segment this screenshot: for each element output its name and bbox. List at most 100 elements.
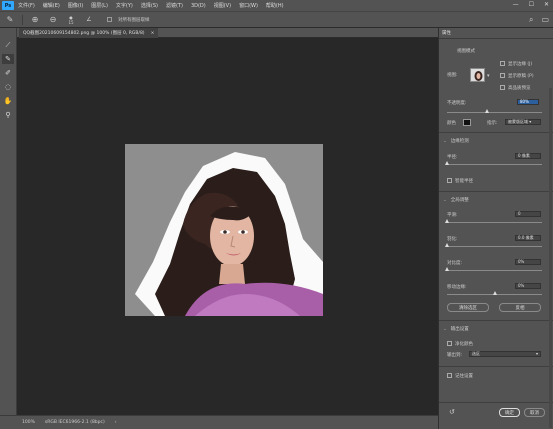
brush-tool-icon[interactable]: ✐: [2, 68, 14, 78]
indicate-value: 被蒙版区域: [508, 119, 528, 124]
menu-select[interactable]: 选择(S): [141, 2, 158, 9]
smooth-slider-track[interactable]: [447, 222, 542, 223]
menu-3d[interactable]: 3D(D): [191, 3, 206, 9]
smart-radius-checkbox[interactable]: [447, 178, 452, 183]
opacity-label: 不透明度:: [447, 101, 467, 106]
show-original-checkbox[interactable]: [500, 73, 505, 78]
options-bar: ✎ ⊕ ⊖ ● 15 ∠ 对所有图层取样 ⌕ ▭: [0, 11, 553, 28]
divider: [439, 191, 553, 192]
show-edges-checkbox[interactable]: [500, 61, 505, 66]
radius-input[interactable]: 0 像素: [515, 153, 541, 159]
view-dropdown-icon[interactable]: ▾: [487, 73, 490, 79]
menu-file[interactable]: 文件(F): [18, 2, 35, 9]
feather-slider-track[interactable]: [447, 246, 542, 247]
mask-color-swatch[interactable]: [463, 119, 471, 126]
output-settings-header[interactable]: 输出设置: [443, 326, 469, 332]
tools-panel: ⟋ ✎ ✐ ◌ ✋ ⚲: [0, 28, 17, 419]
reset-icon[interactable]: ↺: [449, 408, 455, 416]
minimize-icon[interactable]: —: [513, 1, 519, 8]
quick-selection-tool-icon[interactable]: ⟋: [2, 40, 14, 50]
chevron-down-icon: ▾: [535, 351, 538, 356]
menu-view[interactable]: 视图(V): [214, 2, 231, 9]
zoom-level[interactable]: 100%: [22, 420, 35, 425]
workspace-icon[interactable]: ▭: [541, 15, 549, 25]
document-image: [125, 144, 323, 316]
brush-size-value: 15: [68, 19, 74, 25]
menu-bar: Ps 文件(F) 编辑(E) 图像(I) 图层(L) 文字(Y) 选择(S) 滤…: [0, 0, 553, 11]
status-bar: 100% sRGB IEC61966-2.1 (8bpc) ›: [0, 415, 438, 429]
view-thumbnail-image: [471, 69, 484, 81]
color-label: 颜色: [447, 121, 456, 126]
opacity-slider-knob[interactable]: [485, 109, 489, 113]
search-icon[interactable]: ⌕: [529, 15, 533, 25]
refine-brush-icon[interactable]: ✎: [4, 15, 16, 25]
view-label: 视图:: [447, 73, 458, 78]
feather-label: 羽化:: [447, 237, 458, 242]
feather-input[interactable]: 0.0 像素: [515, 235, 541, 241]
zoom-tool-icon[interactable]: ⚲: [2, 110, 14, 120]
shift-edge-slider-knob[interactable]: [493, 291, 497, 295]
remember-settings-checkbox[interactable]: [447, 373, 452, 378]
menu-edit[interactable]: 编辑(E): [43, 2, 60, 9]
invert-button[interactable]: 反相: [499, 303, 541, 312]
properties-panel: 属性 视图模式 视图: ▾ 显示边缘 (J) 显示原稿 (P) 高品质预览 不透…: [438, 28, 553, 429]
divider: [439, 132, 553, 133]
brush-angle-icon[interactable]: ∠: [83, 15, 95, 25]
indicate-select[interactable]: 被蒙版区域 ▾: [505, 119, 541, 125]
document-tab[interactable]: QQ截图20210609154802.png @ 100% (图层 0, RGB…: [19, 28, 159, 38]
decontaminate-label: 净化颜色: [455, 342, 473, 347]
hand-tool-icon[interactable]: ✋: [2, 96, 14, 106]
sample-all-layers-checkbox[interactable]: [107, 17, 112, 22]
indicate-label: 指示:: [487, 121, 498, 126]
radius-slider-knob[interactable]: [445, 161, 449, 165]
contrast-slider-knob[interactable]: [445, 267, 449, 271]
subtract-from-selection-icon[interactable]: ⊖: [47, 15, 59, 25]
document-tab-bar: QQ截图20210609154802.png @ 100% (图层 0, RGB…: [17, 28, 438, 38]
contrast-input[interactable]: 0%: [515, 259, 541, 265]
view-mode-thumbnail[interactable]: [470, 68, 485, 82]
menu-image[interactable]: 图像(I): [68, 2, 83, 9]
maximize-icon[interactable]: ☐: [529, 1, 534, 8]
menu-window[interactable]: 窗口(W): [239, 2, 258, 9]
output-to-select[interactable]: 选区 ▾: [469, 351, 541, 357]
status-arrow-icon[interactable]: ›: [115, 420, 117, 425]
brush-preset-picker[interactable]: ● 15: [65, 15, 77, 25]
canvas-area[interactable]: [17, 38, 438, 415]
document-info: sRGB IEC61966-2.1 (8bpc): [44, 420, 105, 425]
menu-type[interactable]: 文字(Y): [116, 2, 133, 9]
menu-filter[interactable]: 滤镜(T): [166, 2, 183, 9]
feather-slider-knob[interactable]: [445, 243, 449, 247]
ok-button[interactable]: 确定: [499, 408, 520, 417]
smooth-input[interactable]: 0: [515, 211, 541, 217]
contrast-slider-track[interactable]: [447, 270, 542, 271]
global-refinements-header[interactable]: 全局调整: [443, 197, 469, 203]
cancel-button[interactable]: 取消: [524, 408, 545, 417]
add-to-selection-icon[interactable]: ⊕: [29, 15, 41, 25]
divider: [439, 402, 553, 403]
tab-close-icon[interactable]: ×: [151, 31, 155, 36]
decontaminate-checkbox[interactable]: [447, 341, 452, 346]
radius-slider-track[interactable]: [447, 164, 542, 165]
close-icon[interactable]: ✕: [544, 1, 549, 8]
refine-edge-brush-icon[interactable]: ✎: [2, 54, 14, 64]
opacity-input[interactable]: 80%: [517, 99, 539, 105]
tab-properties[interactable]: 属性: [442, 30, 451, 36]
shift-edge-input[interactable]: 0%: [515, 283, 541, 289]
output-to-value: 选区: [472, 351, 480, 356]
edge-detection-header[interactable]: 边缘检测: [443, 138, 469, 144]
lasso-tool-icon[interactable]: ◌: [2, 82, 14, 92]
shift-edge-label: 移动边缘:: [447, 285, 467, 290]
sample-all-layers-label: 对所有图层取样: [118, 17, 150, 23]
clear-selection-button[interactable]: 清除选区: [447, 303, 489, 312]
panel-scrollbar[interactable]: [549, 88, 552, 428]
menu-layer[interactable]: 图层(L): [91, 2, 108, 9]
hq-preview-checkbox[interactable]: [500, 85, 505, 90]
menu-help[interactable]: 帮助(H): [266, 2, 284, 9]
show-edges-label: 显示边缘 (J): [508, 62, 533, 67]
smooth-slider-knob[interactable]: [445, 219, 449, 223]
photoshop-logo: Ps: [2, 1, 14, 10]
document-tab-title: QQ截图20210609154802.png @ 100% (图层 0, RGB…: [23, 31, 145, 36]
smart-radius-label: 智能半径: [455, 179, 473, 184]
divider: [439, 366, 553, 367]
opacity-slider-track[interactable]: [447, 112, 542, 113]
